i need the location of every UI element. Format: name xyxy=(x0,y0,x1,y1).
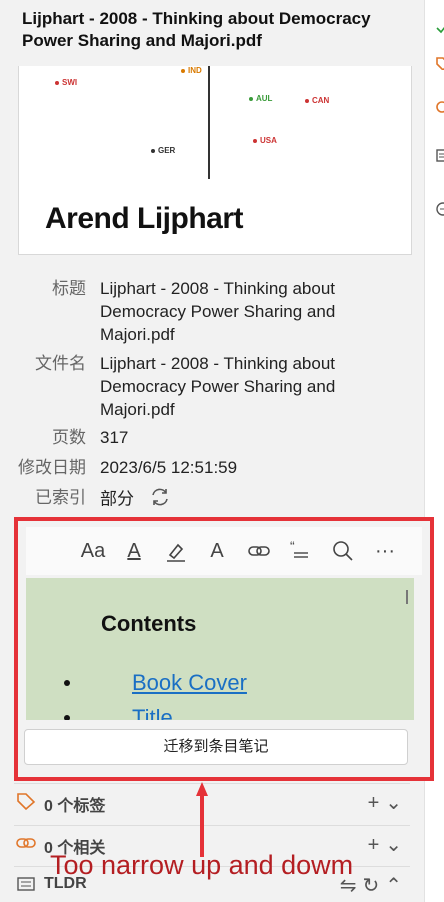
note-editor-body[interactable]: Contents Book Cover Title xyxy=(26,578,414,720)
list-bullet xyxy=(64,715,70,720)
meta-pages-row: 页数 317 xyxy=(0,426,424,450)
meta-indexed-row: 已索引 部分 xyxy=(0,486,424,510)
link-icon[interactable] xyxy=(246,539,272,563)
preview-point-ger: GER xyxy=(151,146,175,155)
annotation-text: Too narrow up and dowm xyxy=(50,850,354,880)
meta-indexed-value-wrap: 部分 xyxy=(100,486,385,514)
meta-filename-label: 文件名 xyxy=(35,354,86,373)
tldr-icon xyxy=(17,877,35,891)
preview-point-swi: SWI xyxy=(55,78,77,87)
meta-title-label: 标题 xyxy=(52,279,86,298)
meta-pages-value: 317 xyxy=(100,428,129,447)
more-icon[interactable]: ··· xyxy=(372,539,398,563)
tags-label: 0 个标签 xyxy=(44,798,106,815)
tag-icon[interactable] xyxy=(435,56,444,70)
info-icon[interactable] xyxy=(435,20,444,34)
preview-axis-line xyxy=(208,66,210,179)
meta-indexed-value: 部分 xyxy=(100,489,134,509)
list-bullet xyxy=(64,680,70,686)
note-toolbar: Aa A A “ ··· xyxy=(26,527,422,575)
migrate-to-item-note-button[interactable]: 迁移到条目笔记 xyxy=(24,729,408,765)
preview-point-usa: USA xyxy=(253,136,277,145)
reindex-icon[interactable] xyxy=(149,486,171,514)
note-editor-frame: Aa A A “ ··· Contents Book Cover Title 迁… xyxy=(14,517,434,781)
preview-author: Arend Lijphart xyxy=(45,202,244,235)
preview-point-aul: AUL xyxy=(249,94,272,103)
meta-pages-label: 页数 xyxy=(52,428,86,447)
related-actions[interactable]: +⌄ xyxy=(368,832,408,857)
svg-text:“: “ xyxy=(290,539,295,554)
item-title: Lijphart - 2008 - Thinking about Democra… xyxy=(22,9,371,50)
meta-filename-row: 文件名 Lijphart - 2008 - Thinking about Dem… xyxy=(0,352,424,422)
pdf-preview[interactable]: SWI IND AUL CAN USA GER Arend Lijphart xyxy=(18,66,412,255)
tags-section-header[interactable]: 0 个标签 +⌄ xyxy=(14,783,410,818)
note-heading: Contents xyxy=(101,611,197,636)
related-icon[interactable] xyxy=(435,100,444,114)
highlight-icon[interactable] xyxy=(163,539,189,563)
cite-icon[interactable]: “ xyxy=(288,539,314,563)
locate-icon[interactable] xyxy=(435,202,444,216)
tags-actions[interactable]: +⌄ xyxy=(368,790,408,815)
meta-modified-label: 修改日期 xyxy=(18,458,86,477)
meta-modified-value: 2023/6/5 12:51:59 xyxy=(100,458,238,477)
font-size-icon[interactable]: Aa xyxy=(80,539,106,563)
meta-title-value[interactable]: Lijphart - 2008 - Thinking about Democra… xyxy=(100,277,385,346)
note-link[interactable]: Title xyxy=(132,705,173,720)
note-link[interactable]: Book Cover xyxy=(132,670,247,696)
meta-filename-value[interactable]: Lijphart - 2008 - Thinking about Democra… xyxy=(100,352,385,421)
editor-scrollbar[interactable] xyxy=(406,590,408,604)
search-icon[interactable] xyxy=(330,539,356,563)
meta-modified-row: 修改日期 2023/6/5 12:51:59 xyxy=(0,456,424,480)
abstract-icon[interactable] xyxy=(435,148,444,162)
annotation-arrow xyxy=(196,782,208,857)
meta-indexed-label: 已索引 xyxy=(35,488,86,507)
tag-icon xyxy=(17,793,36,810)
meta-title-row: 标题 Lijphart - 2008 - Thinking about Demo… xyxy=(0,277,424,347)
preview-point-can: CAN xyxy=(305,96,329,105)
text-color-icon[interactable]: A xyxy=(121,539,147,563)
related-icon xyxy=(16,838,36,848)
clear-format-icon[interactable]: A xyxy=(204,539,230,563)
preview-point-ind: IND xyxy=(181,66,202,75)
